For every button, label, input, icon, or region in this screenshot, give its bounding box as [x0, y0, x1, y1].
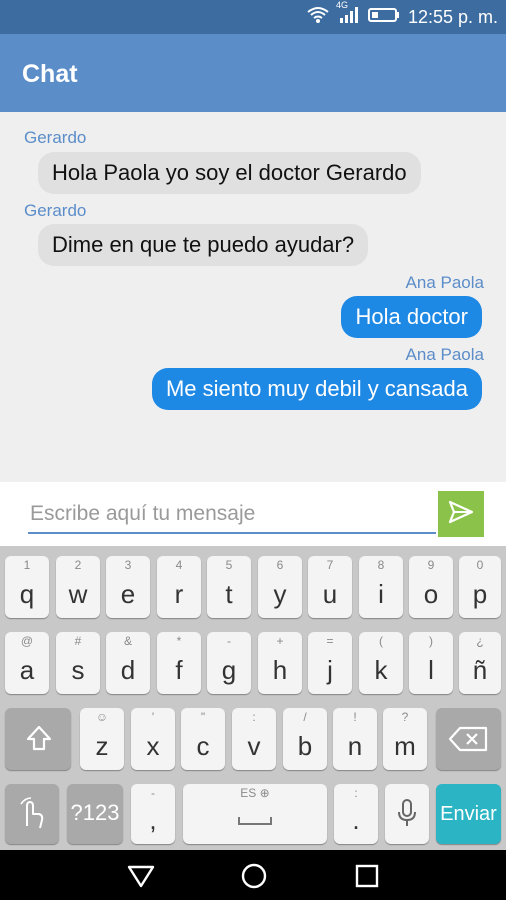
- message-input[interactable]: [28, 496, 436, 534]
- message-bubble-outgoing: Hola doctor: [341, 296, 482, 338]
- app-bar: Chat: [0, 34, 506, 112]
- back-icon[interactable]: [126, 863, 156, 894]
- message-item: Ana Paola: [406, 273, 484, 293]
- composer-bar: [0, 482, 506, 546]
- key-t[interactable]: 5t: [207, 556, 251, 618]
- status-bar: 4G 12:55 p. m.: [0, 0, 506, 34]
- key-v[interactable]: :v: [232, 708, 276, 770]
- shift-icon: [25, 724, 53, 757]
- enviar-key[interactable]: Enviar: [436, 784, 501, 844]
- on-screen-keyboard: 1q 2w 3e 4r 5t 6y 7u 8i 9o 0p @ a # s & d *…: [0, 546, 506, 850]
- key-b[interactable]: / b: [283, 708, 327, 770]
- shift-key[interactable]: [5, 708, 71, 770]
- key-q[interactable]: 1q: [5, 556, 49, 618]
- system-navigation-bar: [0, 850, 506, 900]
- wifi-icon: [306, 6, 330, 29]
- page-title: Chat: [22, 60, 78, 88]
- home-icon[interactable]: [240, 862, 268, 895]
- key-d[interactable]: & d: [106, 632, 150, 694]
- handwriting-icon: [17, 796, 47, 835]
- message-text: Hola doctor: [341, 296, 482, 338]
- key-c[interactable]: " c: [181, 708, 225, 770]
- signal-icon: 4G: [336, 0, 360, 29]
- send-icon: [448, 500, 474, 529]
- key-f[interactable]: * f: [157, 632, 201, 694]
- key-j[interactable]: = j: [308, 632, 352, 694]
- clock: 12:55 p. m.: [407, 7, 498, 27]
- handwriting-key[interactable]: [5, 784, 59, 844]
- key-w[interactable]: 2w: [56, 556, 100, 618]
- message-text: Me siento muy debil y cansada: [151, 368, 482, 410]
- chat-list[interactable]: Gerardo Hola Paola yo soy el doctor Gera…: [0, 112, 506, 482]
- key-i[interactable]: 8i: [359, 556, 403, 618]
- message-item: Gerardo: [24, 128, 86, 148]
- network-type-label: 4G: [335, 0, 348, 10]
- space-key[interactable]: ES ⊕: [183, 784, 327, 844]
- key-h[interactable]: + h: [258, 632, 302, 694]
- send-button[interactable]: [438, 491, 484, 537]
- message-sender: Gerardo: [24, 128, 87, 147]
- battery-icon: [367, 7, 400, 28]
- key-n[interactable]: ! n: [333, 708, 377, 770]
- symbols-key[interactable]: ?123: [67, 784, 123, 844]
- key-e[interactable]: 3e: [106, 556, 150, 618]
- microphone-icon: [397, 798, 417, 833]
- key-s[interactable]: # s: [56, 632, 100, 694]
- key-o[interactable]: 9o: [409, 556, 453, 618]
- backspace-key[interactable]: [436, 708, 501, 770]
- key-r[interactable]: 4r: [157, 556, 201, 618]
- message-bubble-outgoing: Me siento muy debil y cansada: [151, 368, 482, 410]
- key-a[interactable]: @ a: [5, 632, 49, 694]
- key-g[interactable]: -g: [207, 632, 251, 694]
- space-icon: [237, 814, 273, 832]
- key-m[interactable]: ? m: [383, 708, 427, 770]
- period-key[interactable]: : .: [334, 784, 378, 844]
- recents-icon[interactable]: [354, 863, 380, 894]
- key-u[interactable]: 7u: [308, 556, 352, 618]
- key-y[interactable]: 6y: [258, 556, 302, 618]
- message-sender: Ana Paola: [405, 345, 484, 364]
- key-p[interactable]: 0p: [459, 556, 501, 618]
- voice-input-key[interactable]: [385, 784, 429, 844]
- message-bubble-incoming: Dime en que te puedo ayudar?: [38, 224, 369, 266]
- message-item: Gerardo: [24, 201, 86, 221]
- key-z[interactable]: ☺ z: [80, 708, 124, 770]
- key-l[interactable]: ) l: [409, 632, 453, 694]
- message-sender: Ana Paola: [405, 273, 484, 292]
- message-bubble-incoming: Hola Paola yo soy el doctor Gerardo: [38, 152, 421, 194]
- message-text: Hola Paola yo soy el doctor Gerardo: [38, 152, 421, 194]
- message-text: Dime en que te puedo ayudar?: [38, 224, 369, 266]
- message-sender: Gerardo: [24, 201, 87, 220]
- key-x[interactable]: ' x: [131, 708, 175, 770]
- key-enye[interactable]: ¿ ñ: [459, 632, 501, 694]
- key-k[interactable]: (k: [359, 632, 403, 694]
- comma-key[interactable]: - ,: [131, 784, 175, 844]
- message-item: Ana Paola: [406, 345, 484, 365]
- backspace-icon: [448, 726, 488, 757]
